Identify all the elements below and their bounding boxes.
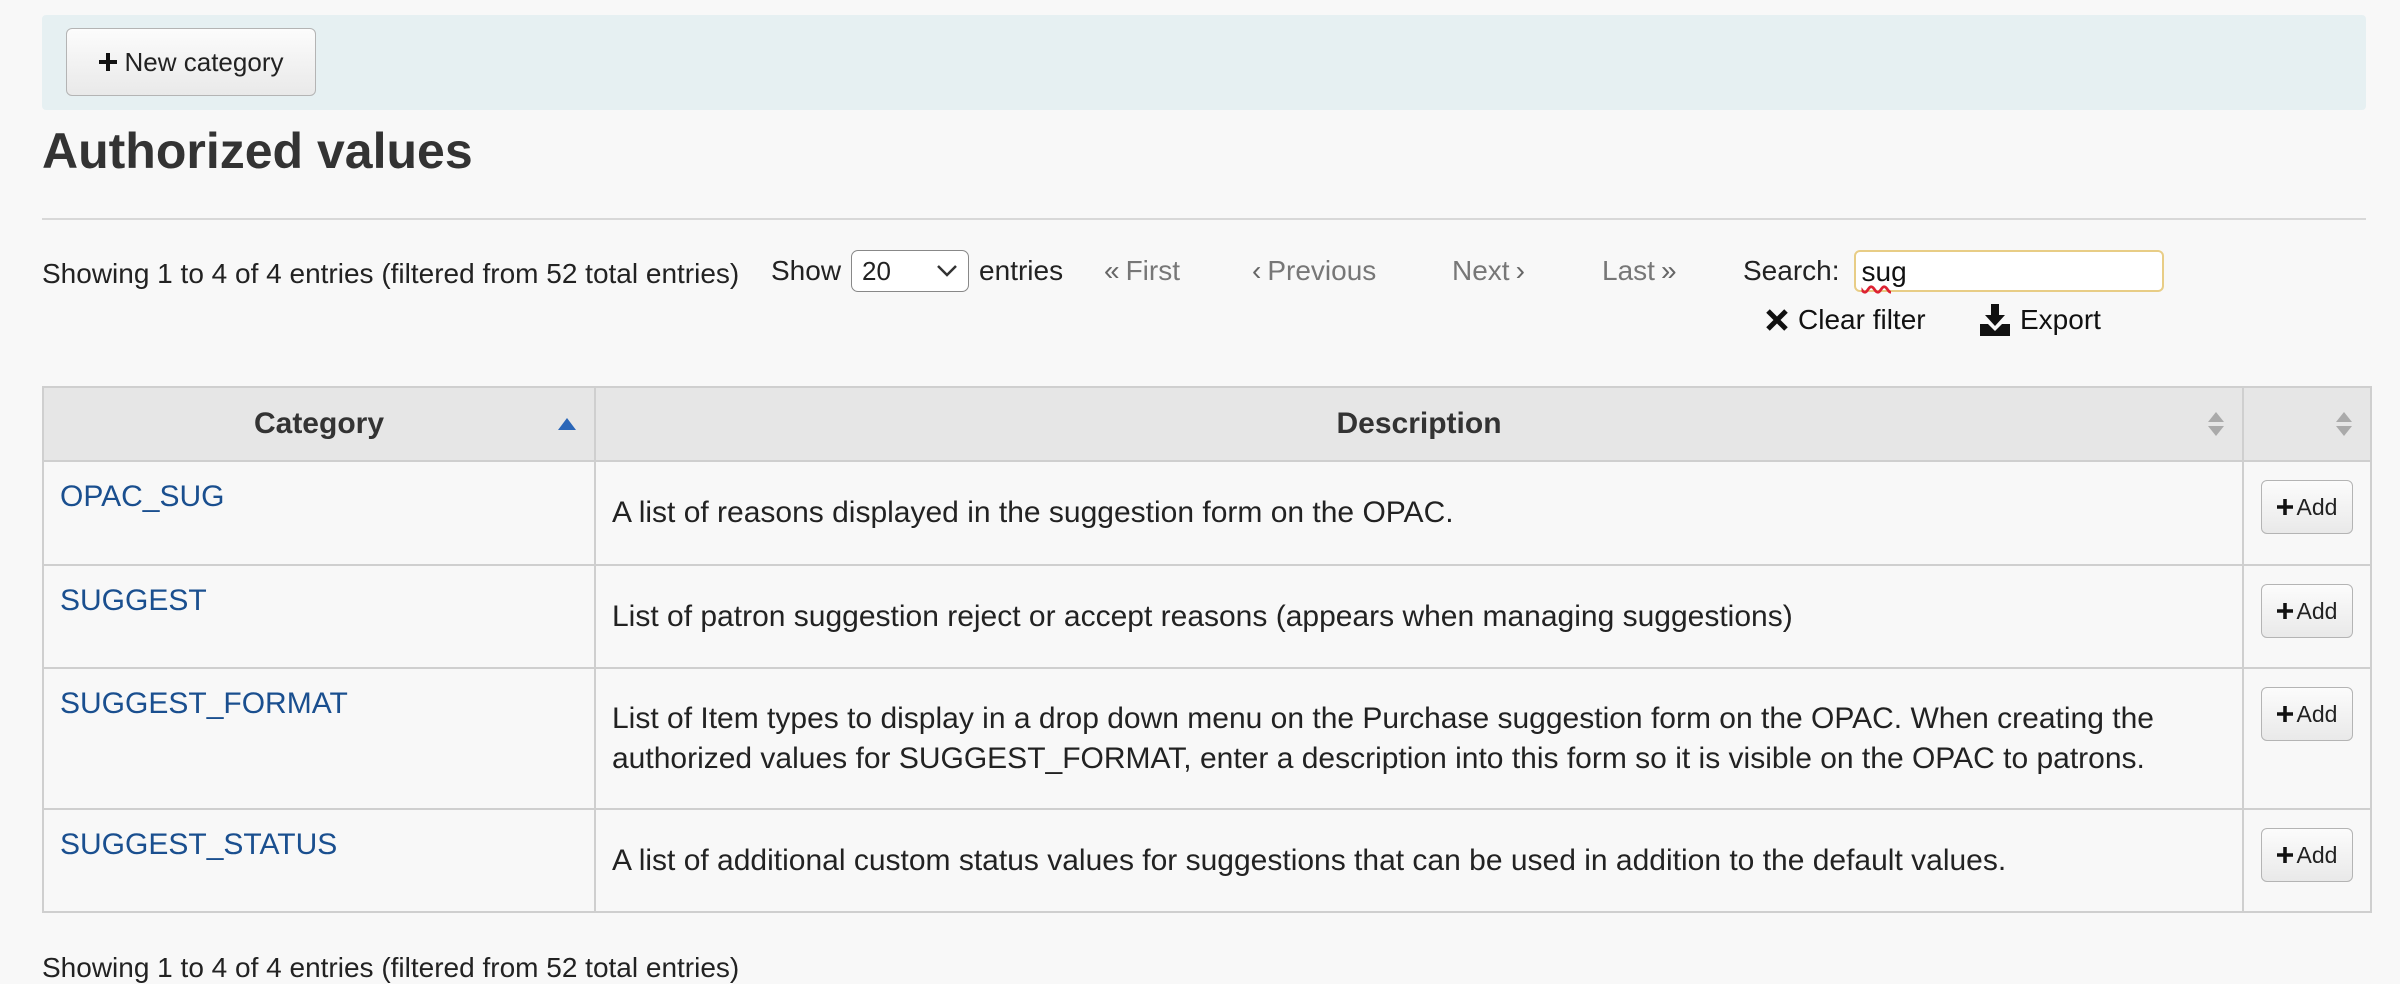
description-cell: List of patron suggestion reject or acce… [594,564,2244,669]
category-link[interactable]: SUGGEST_FORMAT [60,687,348,720]
table-row: SUGGEST_STATUS A list of additional cust… [42,808,2372,913]
plus-icon [2276,499,2293,515]
download-icon [1980,304,2010,336]
pager-last[interactable]: Last » [1602,255,1683,287]
sort-icon [2208,412,2224,436]
page-title: Authorized values [42,123,473,179]
table-info: Showing 1 to 4 of 4 entries (filtered fr… [42,258,740,289]
divider [42,218,2366,220]
chevron-down-icon [937,265,957,277]
add-value-button[interactable]: Add [2261,687,2353,741]
authorized-values-table: Category Description OPAC_SUG A list of … [42,386,2372,913]
plus-icon [2276,603,2293,619]
search-input[interactable]: sug [1853,250,2164,292]
column-header-category[interactable]: Category [42,386,596,462]
search-label: Search: [1743,255,1840,286]
sort-icon [2336,412,2352,436]
table-info-footer: Showing 1 to 4 of 4 entries (filtered fr… [42,952,740,983]
toolbar: New category [42,15,2366,110]
table-row: SUGGEST List of patron suggestion reject… [42,564,2372,669]
search-control: Search: sug [1743,250,2164,292]
new-category-button[interactable]: New category [66,28,316,96]
chevron-right-icon: › [1515,255,1525,286]
category-link[interactable]: SUGGEST [60,584,207,617]
description-cell: A list of reasons displayed in the sugge… [594,460,2244,566]
new-category-label: New category [124,46,284,77]
page-length-control: Show 20 entries [771,250,1063,292]
plus-icon [2276,706,2293,722]
export-button[interactable]: Export [1978,304,2101,336]
category-link[interactable]: OPAC_SUG [60,480,225,513]
description-cell: A list of additional custom status value… [594,808,2244,913]
sort-ascending-icon [558,418,576,430]
page-length-select[interactable]: 20 [851,250,970,292]
category-link[interactable]: SUGGEST_STATUS [60,828,337,861]
double-chevron-right-icon: » [1660,255,1677,286]
column-header-actions[interactable] [2242,386,2372,462]
close-icon [1766,309,1788,331]
pager-first[interactable]: « First [1098,255,1180,287]
add-value-button[interactable]: Add [2261,828,2353,882]
plus-icon [98,53,117,71]
pager-previous[interactable]: ‹ Previous [1246,255,1376,287]
entries-label: entries [979,255,1064,286]
add-value-button[interactable]: Add [2261,480,2353,534]
table-row: OPAC_SUG A list of reasons displayed in … [42,460,2372,566]
description-cell: List of Item types to display in a drop … [594,667,2244,810]
clear-filter-button[interactable]: Clear filter [1764,304,1926,336]
pager-next[interactable]: Next › [1452,255,1531,287]
add-value-button[interactable]: Add [2261,584,2353,638]
chevron-left-icon: ‹ [1252,255,1262,286]
plus-icon [2276,847,2293,863]
show-label: Show [771,255,842,286]
double-chevron-left-icon: « [1104,255,1120,286]
column-header-description[interactable]: Description [594,386,2244,462]
table-row: SUGGEST_FORMAT List of Item types to dis… [42,667,2372,810]
